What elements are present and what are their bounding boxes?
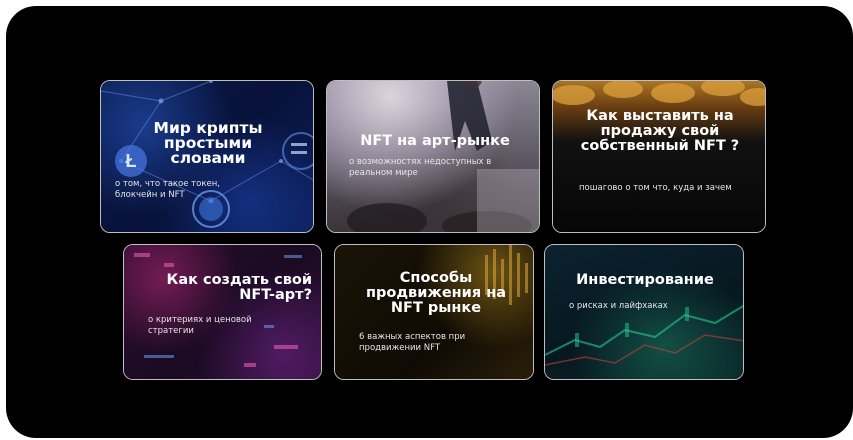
card-title: Как выставить на продажу свой собственны… [580,108,740,154]
card-description: пошагово о том что, куда и зачем [579,183,732,193]
course-card-sell-nft[interactable]: Как выставить на продажу свой собственны… [552,80,766,233]
card-description: о рисках и лайфхаках [569,301,668,311]
card-title: NFT на арт-рынке [360,133,510,149]
course-grid: Ł Мир крипты простыми словами о том, что… [6,6,853,438]
card-description: о возможностях недоступных в реальном ми… [349,157,492,178]
card-title: Мир крипты простыми словами [153,119,263,167]
card-description: о том, что такое токен, блокчейн и NFT [115,179,220,200]
course-card-crypto-basics[interactable]: Ł Мир крипты простыми словами о том, что… [100,80,314,233]
course-card-nft-promotion[interactable]: Способы продвижения на NFT рынке 6 важны… [334,244,534,380]
card-title: Инвестирование [576,272,714,288]
card-description: о критериях и ценовой стратегии [148,315,252,336]
card-title: Как создать свой NFT-арт? [166,272,312,303]
card-description: 6 важных аспектов при продвижении NFT [359,332,466,353]
course-card-nft-art-market[interactable]: NFT на арт-рынке о возможностях недоступ… [326,80,540,233]
card-title: Способы продвижения на NFT рынке [365,270,506,316]
course-card-investing[interactable]: Инвестирование о рисках и лайфхаках [544,244,744,380]
course-card-create-nft-art[interactable]: Как создать свой NFT-арт? о критериях и … [123,244,322,380]
